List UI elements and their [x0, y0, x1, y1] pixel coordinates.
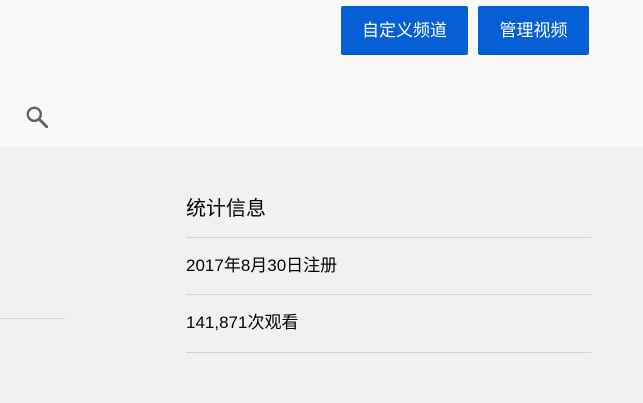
about-content: 统计信息 2017年8月30日注册 141,871次观看: [0, 147, 643, 403]
divider: [186, 294, 591, 295]
search-icon[interactable]: [24, 104, 50, 130]
channel-header: 自定义频道 管理视频: [0, 0, 643, 147]
channel-about-page: 自定义频道 管理视频 统计信息 2017年8月30日注册 141,871次观看: [0, 0, 643, 403]
manage-videos-button[interactable]: 管理视频: [478, 6, 589, 55]
joined-date: 2017年8月30日注册: [186, 256, 338, 275]
view-count: 141,871次观看: [186, 313, 299, 332]
divider: [0, 318, 65, 319]
stats-title: 统计信息: [186, 198, 266, 220]
divider: [186, 237, 591, 238]
customize-channel-button[interactable]: 自定义频道: [341, 6, 468, 55]
divider: [186, 352, 591, 353]
